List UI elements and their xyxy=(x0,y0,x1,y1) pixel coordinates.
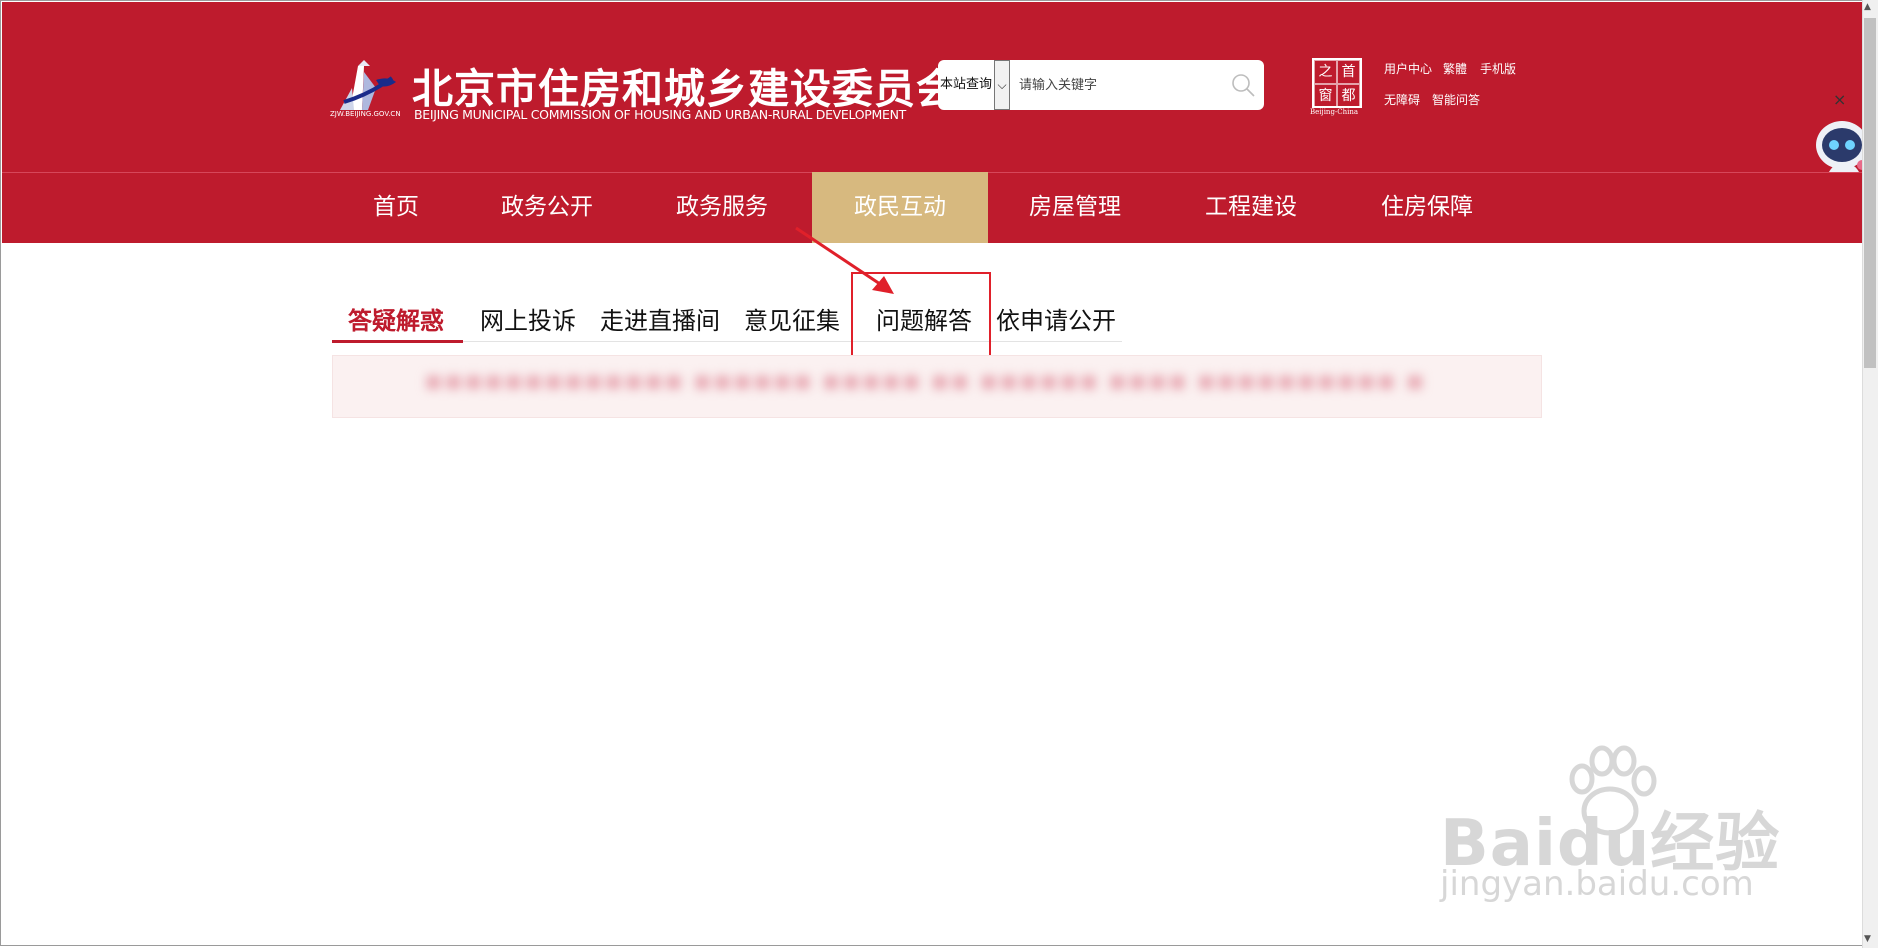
user-center-link[interactable]: 用户中心 xyxy=(1384,60,1432,77)
nav-item-housing-security[interactable]: 住房保障 xyxy=(1368,172,1486,243)
tab-qa-clarification[interactable]: 答疑解惑 xyxy=(348,303,444,341)
search-box: 本站查询 ⌵ xyxy=(938,60,1264,110)
seal-char: 首 xyxy=(1337,60,1360,84)
active-tab-indicator xyxy=(332,340,463,343)
traditional-chinese-link[interactable]: 繁體 xyxy=(1443,60,1467,77)
seal-char: 都 xyxy=(1337,84,1360,108)
scrollbar-thumb[interactable] xyxy=(1864,18,1876,368)
nav-item-engineering[interactable]: 工程建设 xyxy=(1192,172,1310,243)
nav-item-government-affairs[interactable]: 政务公开 xyxy=(488,172,606,243)
seal-caption: Beijing-China xyxy=(1310,108,1359,116)
logo-url: ZJW.BEIJING.GOV.CN xyxy=(330,110,401,118)
search-icon[interactable] xyxy=(1230,72,1256,98)
smart-qa-link[interactable]: 智能问答 xyxy=(1432,91,1480,108)
scroll-down-icon[interactable]: ▼ xyxy=(1864,934,1871,944)
scroll-up-icon[interactable]: ▲ xyxy=(1864,2,1871,12)
capital-seal-logo[interactable]: 之 首 窗 都 xyxy=(1312,58,1362,108)
seal-char: 窗 xyxy=(1314,84,1337,108)
site-title[interactable]: 北京市住房和城乡建设委员会 xyxy=(412,55,958,115)
notice-text[interactable]: ■■■■■■■■■■■■■ ■■■■■■ ■■■■■ ■■ ■■■■■■ ■■■… xyxy=(425,371,1445,395)
tab-opinion-collection[interactable]: 意见征集 xyxy=(744,303,840,341)
close-icon[interactable]: × xyxy=(1833,90,1846,109)
annotation-arrow-icon xyxy=(795,226,894,294)
tab-online-complaint[interactable]: 网上投诉 xyxy=(480,303,576,341)
nav-item-home[interactable]: 首页 xyxy=(355,172,437,243)
chevron-down-icon[interactable]: ⌵ xyxy=(994,60,1010,110)
accessibility-link[interactable]: 无障碍 xyxy=(1384,91,1420,108)
nav-item-government-services[interactable]: 政务服务 xyxy=(663,172,781,243)
tab-disclosure-on-request[interactable]: 依申请公开 xyxy=(996,303,1116,341)
site-subtitle: BEIJING MUNICIPAL COMMISSION OF HOUSING … xyxy=(414,107,906,122)
watermark-url: jingyan.baidu.com xyxy=(1440,864,1754,904)
nav-item-housing-management[interactable]: 房屋管理 xyxy=(1016,172,1134,243)
search-input[interactable] xyxy=(1015,60,1223,110)
mobile-version-link[interactable]: 手机版 xyxy=(1480,60,1516,77)
seal-char: 之 xyxy=(1314,60,1337,84)
tab-live-room[interactable]: 走进直播间 xyxy=(600,303,720,341)
